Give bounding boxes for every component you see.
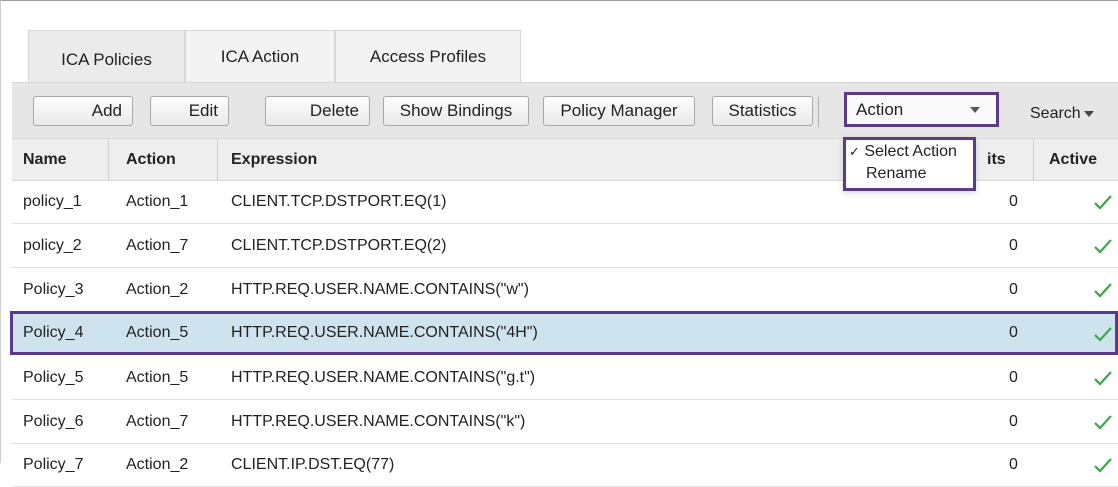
add-button-label: Add	[91, 101, 122, 120]
table-row[interactable]: Policy_6 Action_7 HTTP.REQ.USER.NAME.CONTA…	[12, 400, 1118, 444]
cell-hits: 0	[1009, 193, 1018, 210]
check-icon	[1094, 327, 1112, 342]
tab-label: ICA Action	[220, 47, 300, 66]
cell-hits: 0	[1009, 324, 1018, 341]
delete-button[interactable]: Delete	[265, 96, 370, 126]
cell-action: Action_7	[126, 413, 189, 430]
cell-action: Action_2	[126, 281, 189, 298]
check-icon	[1094, 239, 1112, 254]
check-icon	[1094, 195, 1112, 210]
statistics-button[interactable]: Statistics	[712, 96, 813, 126]
cell-action: Action_5	[126, 369, 189, 386]
column-header-expression[interactable]: Expression	[231, 151, 317, 169]
cell-expression: HTTP.REQ.USER.NAME.CONTAINS("g.t")	[231, 369, 536, 386]
edit-button-label: Edit	[188, 101, 218, 120]
check-icon	[1094, 283, 1112, 298]
cell-expression: HTTP.REQ.USER.NAME.CONTAINS("w")	[231, 281, 529, 298]
edit-button[interactable]: Edit	[150, 96, 229, 126]
tab-ica-action[interactable]: ICA Action	[185, 30, 335, 82]
cell-name: Policy_7	[23, 456, 84, 473]
table-row[interactable]: Policy_3 Action_2 HTTP.REQ.USER.NAME.CONTA…	[12, 268, 1118, 312]
check-icon	[1094, 458, 1112, 473]
cell-action: Action_1	[126, 193, 189, 210]
menu-item-rename[interactable]: Rename	[866, 165, 926, 183]
cell-action: Action_5	[126, 324, 189, 341]
column-header-hits[interactable]: its	[987, 151, 1006, 169]
tab-label: ICA Policies	[61, 50, 152, 69]
column-header-active[interactable]: Active	[1049, 151, 1097, 169]
cell-action: Action_2	[126, 456, 189, 473]
show-bindings-button[interactable]: Show Bindings	[383, 96, 529, 126]
chevron-down-icon	[1083, 110, 1094, 117]
cell-expression: HTTP.REQ.USER.NAME.CONTAINS("4H")	[231, 324, 538, 341]
cell-name: Policy_4	[23, 324, 84, 341]
cell-action: Action_7	[126, 237, 189, 254]
tab-ica-policies[interactable]: ICA Policies	[28, 30, 185, 82]
cell-hits: 0	[1009, 413, 1018, 430]
column-divider	[1033, 139, 1034, 180]
search-label: Search	[1030, 105, 1081, 122]
check-icon: ✓	[849, 144, 860, 159]
toolbar-divider	[818, 97, 819, 127]
action-select[interactable]: Action	[844, 92, 999, 127]
cell-name: Policy_3	[23, 281, 84, 298]
tab-label: Access Profiles	[369, 47, 487, 66]
cell-hits: 0	[1009, 281, 1018, 298]
policy-manager-button[interactable]: Policy Manager	[543, 96, 695, 126]
table-row[interactable]: Policy_4 Action_5 HTTP.REQ.USER.NAME.CONTA…	[10, 311, 1118, 355]
column-divider	[108, 139, 109, 180]
table-row[interactable]: Policy_7 Action_2 CLIENT.IP.DST.EQ(77) 0	[12, 443, 1118, 487]
cell-hits: 0	[1009, 456, 1018, 473]
check-icon	[1094, 371, 1112, 386]
cell-hits: 0	[1009, 369, 1018, 386]
delete-button-label: Delete	[309, 101, 359, 120]
cell-name: Policy_5	[23, 369, 84, 386]
menu-item-select-action[interactable]: ✓ Select Action	[849, 143, 957, 161]
column-header-action[interactable]: Action	[126, 151, 176, 169]
tab-access-profiles[interactable]: Access Profiles	[335, 30, 521, 82]
action-dropdown-menu: ✓ Select Action Rename	[843, 137, 976, 191]
column-divider	[217, 139, 218, 180]
search-menu[interactable]: Search	[1030, 105, 1094, 123]
action-select-value: Action	[856, 100, 904, 119]
column-header-name[interactable]: Name	[23, 151, 67, 169]
cell-expression: CLIENT.TCP.DSTPORT.EQ(1)	[231, 193, 447, 210]
chevron-down-icon	[970, 107, 980, 113]
table-row[interactable]: policy_2 Action_7 CLIENT.TCP.DSTPORT.EQ(2)…	[12, 224, 1118, 268]
cell-hits: 0	[1009, 237, 1018, 254]
cell-name: policy_2	[23, 237, 82, 254]
toolbar: Add Edit Delete Show Bindings Policy Man…	[12, 82, 1118, 138]
cell-expression: HTTP.REQ.USER.NAME.CONTAINS("k")	[231, 413, 526, 430]
cell-name: policy_1	[23, 193, 82, 210]
policy-manager-button-label: Policy Manager	[560, 101, 678, 120]
cell-expression: CLIENT.IP.DST.EQ(77)	[231, 456, 395, 473]
cell-name: Policy_6	[23, 413, 84, 430]
table-row[interactable]: Policy_5 Action_5 HTTP.REQ.USER.NAME.CONTA…	[12, 356, 1118, 400]
menu-item-label: Rename	[866, 165, 927, 182]
menu-item-label: Select Action	[864, 143, 957, 160]
tab-bar: ICA Policies ICA Action Access Profiles	[28, 30, 521, 82]
cell-expression: CLIENT.TCP.DSTPORT.EQ(2)	[231, 237, 447, 254]
statistics-button-label: Statistics	[728, 101, 797, 120]
add-button[interactable]: Add	[33, 96, 133, 126]
check-icon	[1094, 415, 1112, 430]
show-bindings-button-label: Show Bindings	[399, 101, 513, 120]
